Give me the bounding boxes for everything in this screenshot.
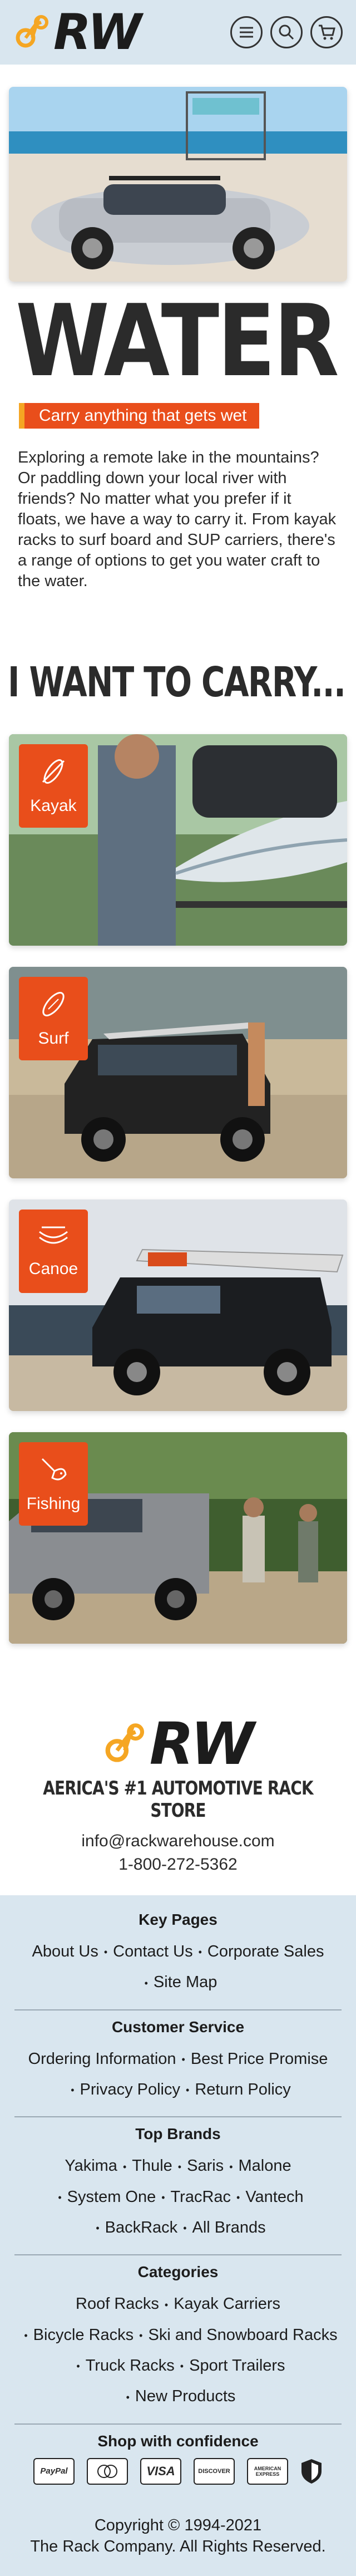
- canoe-badge: Canoe: [19, 1210, 88, 1293]
- footer-link[interactable]: All Brands: [192, 2219, 266, 2236]
- footer-link[interactable]: New Products: [135, 2387, 236, 2405]
- footer-categories-title: Categories: [137, 2263, 219, 2281]
- footer-link[interactable]: System One: [67, 2188, 156, 2206]
- mastercard-icon: [87, 2457, 128, 2485]
- footer-confidence-title: Shop with confidence: [97, 2432, 259, 2450]
- amex-label: AMERICAN EXPRESS: [254, 2465, 281, 2477]
- store-phone[interactable]: 1-800-272-5362: [0, 1855, 356, 1874]
- footer-link[interactable]: Ordering Information: [28, 2050, 176, 2068]
- footer-link[interactable]: Return Policy: [195, 2081, 290, 2098]
- footer-link[interactable]: BackRack: [105, 2219, 178, 2236]
- copyright-line-2: The Rack Company. All Rights Reserved.: [30, 2537, 326, 2555]
- carry-section-title: I WANT TO CARRY...: [8, 658, 346, 706]
- store-info: RW AERICA'S #1 AUTOMOTIVE RACK STORE inf…: [0, 1665, 356, 1874]
- store-email[interactable]: info@rackwarehouse.com: [0, 1832, 356, 1851]
- surf-label: Surf: [38, 1029, 69, 1048]
- footer-link[interactable]: Kayak Carriers: [174, 2295, 280, 2313]
- footer-key-pages-title: Key Pages: [139, 1911, 217, 1928]
- page-title: WATER: [16, 283, 339, 399]
- fishing-badge: Fishing: [19, 1442, 88, 1526]
- hero-section: WATER Carry anything that gets wet Explo…: [0, 65, 356, 592]
- surfboard-icon: [42, 992, 65, 1016]
- footer-link[interactable]: Truck Racks: [86, 2357, 175, 2375]
- footer-logo-text: RW: [149, 1710, 255, 1778]
- footer-link[interactable]: Yakima: [65, 2157, 117, 2175]
- search-button[interactable]: [270, 16, 303, 48]
- shield-icon: [301, 2459, 322, 2484]
- footer-link[interactable]: Thule: [132, 2157, 172, 2175]
- kayak-badge: Kayak: [19, 744, 88, 828]
- copyright: Copyright © 1994-2021 The Rack Company. …: [14, 2496, 342, 2576]
- footer-top-brands: Top Brands Yakima • Thule • Saris • Malone • Sy…: [14, 2117, 342, 2256]
- bike-logo-icon: [16, 15, 48, 48]
- footer-customer-service-title: Customer Service: [111, 2018, 245, 2036]
- footer-link[interactable]: Corporate Sales: [207, 1943, 324, 1960]
- carry-card-fishing[interactable]: Fishing: [9, 1432, 347, 1644]
- visa-icon: VISA: [140, 2457, 181, 2485]
- bike-logo-icon: [105, 1723, 144, 1762]
- footer-logo[interactable]: RW: [0, 1715, 356, 1773]
- carry-card-canoe[interactable]: Canoe: [9, 1199, 347, 1411]
- footer-categories: Categories Roof Racks • Kayak Carriers • Bi…: [14, 2255, 342, 2425]
- page-tagline: Carry anything that gets wet: [19, 403, 259, 429]
- footer-link[interactable]: Bicycle Racks: [33, 2326, 134, 2344]
- footer-confidence: Shop with confidence PayPal VISA DISCOVE…: [14, 2425, 342, 2496]
- fishing-label: Fishing: [26, 1495, 81, 1513]
- footer-link[interactable]: Site Map: [154, 1973, 217, 1991]
- kayak-label: Kayak: [30, 797, 77, 815]
- footer-link[interactable]: TracRac: [171, 2188, 231, 2206]
- surf-badge: Surf: [19, 977, 88, 1060]
- footer-link[interactable]: Saris: [187, 2157, 224, 2175]
- discover-label: DISCOVER: [198, 2467, 230, 2475]
- copyright-line-1: Copyright © 1994-2021: [94, 2516, 262, 2534]
- carry-card-surf[interactable]: Surf: [9, 967, 347, 1178]
- intro-paragraph: Exploring a remote lake in the mountains…: [18, 449, 337, 590]
- amex-icon: AMERICAN EXPRESS: [247, 2457, 288, 2485]
- menu-icon: [240, 27, 253, 38]
- site-header: RW: [0, 0, 356, 65]
- footer-link[interactable]: Ski and Snowboard Racks: [148, 2326, 337, 2344]
- carry-cards: Kayak Surf Canoe Fishing: [0, 706, 356, 1644]
- footer-link[interactable]: Roof Racks: [76, 2295, 159, 2313]
- kayak-icon: [42, 759, 65, 784]
- logo-text: RW: [53, 3, 142, 61]
- header-actions: [230, 16, 343, 48]
- cart-button[interactable]: [310, 16, 343, 48]
- store-tagline: AERICA'S #1 AUTOMOTIVE RACK STORE: [43, 1777, 313, 1822]
- footer-link[interactable]: Malone: [239, 2157, 291, 2175]
- canoe-icon: [39, 1226, 68, 1244]
- visa-label: VISA: [146, 2464, 175, 2478]
- footer-link[interactable]: About Us: [32, 1943, 98, 1960]
- footer-link[interactable]: Vantech: [245, 2188, 303, 2206]
- fishing-icon: [41, 1458, 67, 1481]
- footer-link[interactable]: Best Price Promise: [191, 2050, 328, 2068]
- site-footer: Key Pages About Us • Contact Us • Corporate …: [0, 1895, 356, 2576]
- footer-key-pages: Key Pages About Us • Contact Us • Corporate …: [14, 1903, 342, 2010]
- footer-customer-service: Customer Service Ordering Information • Be…: [14, 2010, 342, 2118]
- footer-link[interactable]: Contact Us: [113, 1943, 192, 1960]
- site-logo[interactable]: RW: [16, 3, 142, 61]
- carry-card-kayak[interactable]: Kayak: [9, 734, 347, 946]
- footer-top-brands-title: Top Brands: [135, 2125, 221, 2143]
- cart-icon: [319, 24, 335, 40]
- discover-icon: DISCOVER: [194, 2457, 235, 2485]
- search-icon: [279, 24, 294, 40]
- footer-link[interactable]: Privacy Policy: [80, 2081, 181, 2098]
- payment-methods: PayPal VISA DISCOVER AMERICAN EXPRESS: [14, 2457, 342, 2485]
- paypal-label: PayPal: [40, 2466, 68, 2476]
- footer-link[interactable]: Sport Trailers: [189, 2357, 285, 2375]
- hero-image: [9, 87, 347, 282]
- menu-button[interactable]: [230, 16, 263, 48]
- paypal-icon: PayPal: [33, 2457, 75, 2485]
- canoe-label: Canoe: [28, 1260, 78, 1278]
